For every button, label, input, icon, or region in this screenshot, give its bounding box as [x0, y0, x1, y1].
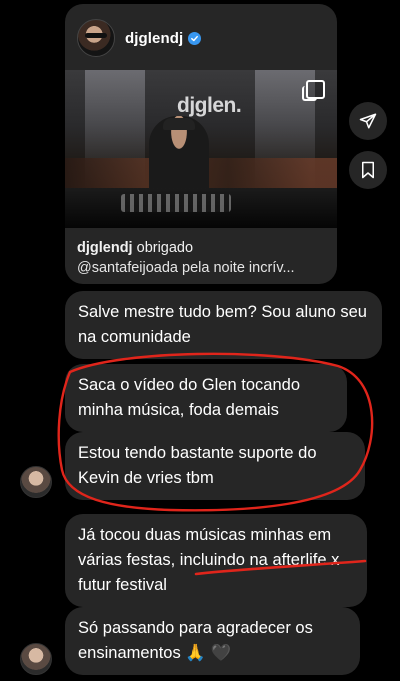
message-text: Estou tendo bastante suporte do Kevin de…: [78, 444, 317, 487]
carousel-icon: [302, 80, 325, 101]
message-bubble[interactable]: Salve mestre tudo bem? Sou aluno seu na …: [65, 291, 382, 359]
share-button[interactable]: [349, 102, 387, 140]
message-text: Já tocou duas músicas minhas em várias f…: [78, 526, 340, 594]
post-author-username[interactable]: djglendj: [125, 30, 183, 47]
paper-plane-icon: [359, 113, 377, 129]
verified-badge-icon: [188, 31, 202, 45]
sender-avatar[interactable]: [20, 466, 52, 498]
message-bubble[interactable]: Saca o vídeo do Glen tocando minha músic…: [65, 364, 347, 432]
message-text: Salve mestre tudo bem? Sou aluno seu na …: [78, 303, 367, 346]
message-text: Só passando para agradecer os ensinament…: [78, 619, 313, 662]
caption-mention: @santafeijoada pela noite incrív...: [77, 260, 295, 276]
message-bubble[interactable]: Estou tendo bastante suporte do Kevin de…: [65, 432, 365, 500]
caption-text: obrigado: [136, 240, 194, 256]
message-bubble[interactable]: Só passando para agradecer os ensinament…: [65, 607, 360, 675]
bookmark-icon: [362, 161, 374, 179]
shared-post-card[interactable]: djglendj djglen. djglendj obrigado @sant…: [65, 4, 337, 284]
caption-username: djglendj: [77, 240, 133, 256]
message-text: Saca o vídeo do Glen tocando minha músic…: [78, 376, 300, 419]
stage-logo-text: djglen.: [177, 94, 242, 117]
post-author-avatar[interactable]: [77, 19, 115, 57]
message-bubble[interactable]: Já tocou duas músicas minhas em várias f…: [65, 514, 367, 607]
post-image[interactable]: djglen.: [65, 70, 337, 228]
save-button[interactable]: [349, 151, 387, 189]
sender-avatar[interactable]: [20, 643, 52, 675]
post-caption: djglendj obrigado @santafeijoada pela no…: [77, 238, 325, 278]
post-header[interactable]: djglendj: [77, 18, 202, 58]
